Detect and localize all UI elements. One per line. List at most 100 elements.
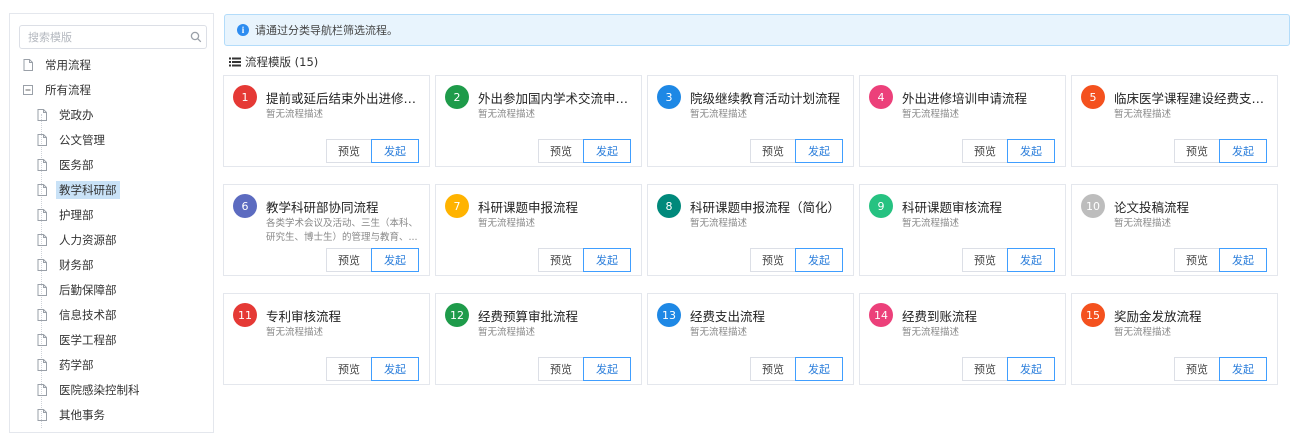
tree-item[interactable]: 医院感染控制科	[10, 377, 213, 402]
file-icon	[36, 283, 48, 296]
file-icon	[36, 158, 48, 171]
template-card: 4 外出进修培训申请流程 暂无流程描述 预览 发起	[859, 75, 1066, 167]
template-description: 暂无流程描述	[266, 109, 324, 120]
template-description: 各类学术会议及活动、三生（本科、研究生、博士生）的管理与教育、...	[266, 218, 419, 243]
card-actions: 预览 发起	[962, 139, 1055, 163]
tree-item[interactable]: 后勤保障部	[10, 277, 213, 302]
tree-item-label: 医务部	[59, 157, 94, 172]
file-icon	[36, 308, 48, 321]
tree-item[interactable]: 信息技术部	[10, 302, 213, 327]
tree-item-label: 人力资源部	[59, 232, 117, 247]
preview-button[interactable]: 预览	[1174, 357, 1220, 381]
launch-button[interactable]: 发起	[1219, 248, 1267, 272]
preview-button[interactable]: 预览	[1174, 139, 1220, 163]
file-icon	[22, 58, 34, 71]
file-icon	[36, 183, 48, 196]
launch-button[interactable]: 发起	[795, 357, 843, 381]
preview-button[interactable]: 预览	[750, 139, 796, 163]
template-description: 暂无流程描述	[1114, 109, 1172, 120]
template-number-badge: 7	[445, 194, 469, 218]
launch-button[interactable]: 发起	[371, 357, 419, 381]
launch-button[interactable]: 发起	[1007, 248, 1055, 272]
preview-button[interactable]: 预览	[538, 357, 584, 381]
tree-item-label: 党政办	[59, 107, 94, 122]
template-description: 暂无流程描述	[266, 327, 324, 338]
file-icon	[36, 108, 48, 121]
launch-button[interactable]: 发起	[795, 139, 843, 163]
preview-button[interactable]: 预览	[962, 357, 1008, 381]
preview-button[interactable]: 预览	[962, 248, 1008, 272]
preview-button[interactable]: 预览	[326, 139, 372, 163]
card-actions: 预览 发起	[538, 357, 631, 381]
tree-item[interactable]: 公文管理	[10, 127, 213, 152]
search-icon[interactable]	[186, 27, 206, 47]
launch-button[interactable]: 发起	[371, 139, 419, 163]
file-icon	[36, 133, 48, 146]
launch-button[interactable]: 发起	[1007, 357, 1055, 381]
template-card: 10 论文投稿流程 暂无流程描述 预览 发起	[1071, 184, 1278, 276]
launch-button[interactable]: 发起	[583, 357, 631, 381]
template-number-badge: 9	[869, 194, 893, 218]
launch-button[interactable]: 发起	[583, 139, 631, 163]
template-card: 15 奖励金发放流程 暂无流程描述 预览 发起	[1071, 293, 1278, 385]
template-description: 暂无流程描述	[478, 327, 536, 338]
template-number-badge: 3	[657, 85, 681, 109]
launch-button[interactable]: 发起	[1007, 139, 1055, 163]
launch-button[interactable]: 发起	[371, 248, 419, 272]
template-title: 外出参加国内学术交流申请...	[478, 91, 636, 106]
preview-button[interactable]: 预览	[1174, 248, 1220, 272]
tree-item[interactable]: 常用流程	[10, 52, 213, 77]
card-actions: 预览 发起	[1174, 357, 1267, 381]
template-title: 经费支出流程	[690, 309, 766, 324]
card-actions: 预览 发起	[750, 248, 843, 272]
template-number-badge: 15	[1081, 303, 1105, 327]
card-actions: 预览 发起	[326, 248, 419, 272]
launch-button[interactable]: 发起	[795, 248, 843, 272]
tree-item[interactable]: 教学科研部	[10, 177, 213, 202]
template-description: 暂无流程描述	[902, 109, 960, 120]
preview-button[interactable]: 预览	[750, 357, 796, 381]
collapse-icon[interactable]	[22, 84, 34, 96]
tree-item[interactable]: 药学部	[10, 352, 213, 377]
template-description: 暂无流程描述	[478, 109, 536, 120]
template-card: 9 科研课题审核流程 暂无流程描述 预览 发起	[859, 184, 1066, 276]
template-card: 1 提前或延后结束外出进修培训... 暂无流程描述 预览 发起	[223, 75, 430, 167]
tree-item[interactable]: 医学工程部	[10, 327, 213, 352]
tree-item[interactable]: 护理部	[10, 202, 213, 227]
template-card: 12 经费预算审批流程 暂无流程描述 预览 发起	[435, 293, 642, 385]
template-card: 5 临床医学课程建设经费支出... 暂无流程描述 预览 发起	[1071, 75, 1278, 167]
template-title: 奖励金发放流程	[1114, 309, 1202, 324]
preview-button[interactable]: 预览	[750, 248, 796, 272]
template-number-badge: 10	[1081, 194, 1105, 218]
preview-button[interactable]: 预览	[538, 139, 584, 163]
card-actions: 预览 发起	[538, 248, 631, 272]
tree-item-label: 后勤保障部	[59, 282, 117, 297]
template-description: 暂无流程描述	[690, 327, 748, 338]
template-card: 2 外出参加国内学术交流申请... 暂无流程描述预览 发起	[435, 75, 642, 167]
preview-button[interactable]: 预览	[538, 248, 584, 272]
launch-button[interactable]: 发起	[1219, 357, 1267, 381]
card-actions: 预览 发起	[962, 248, 1055, 272]
preview-button[interactable]: 预览	[326, 248, 372, 272]
preview-button[interactable]: 预览	[326, 357, 372, 381]
template-title: 院级继续教育活动计划流程	[690, 91, 841, 106]
tree-item[interactable]: 其他事务	[10, 402, 213, 427]
card-actions: 预览 发起	[750, 139, 843, 163]
tree-item[interactable]: 所有流程	[10, 77, 213, 102]
tree-item[interactable]: 医务部	[10, 152, 213, 177]
launch-button[interactable]: 发起	[583, 248, 631, 272]
launch-button[interactable]: 发起	[1219, 139, 1267, 163]
file-icon	[36, 208, 48, 221]
card-actions: 预览 发起	[750, 357, 843, 381]
tree-item[interactable]: 财务部	[10, 252, 213, 277]
tree-item[interactable]: 人力资源部	[10, 227, 213, 252]
template-title: 外出进修培训申请流程	[902, 91, 1028, 106]
card-actions: 预览 发起	[326, 357, 419, 381]
tree-item-label: 护理部	[59, 207, 94, 222]
tree-item-label: 信息技术部	[59, 307, 117, 322]
template-number-badge: 2	[445, 85, 469, 109]
template-number-badge: 5	[1081, 85, 1105, 109]
tree-item[interactable]: 党政办	[10, 102, 213, 127]
template-search-input[interactable]	[20, 27, 186, 47]
preview-button[interactable]: 预览	[962, 139, 1008, 163]
